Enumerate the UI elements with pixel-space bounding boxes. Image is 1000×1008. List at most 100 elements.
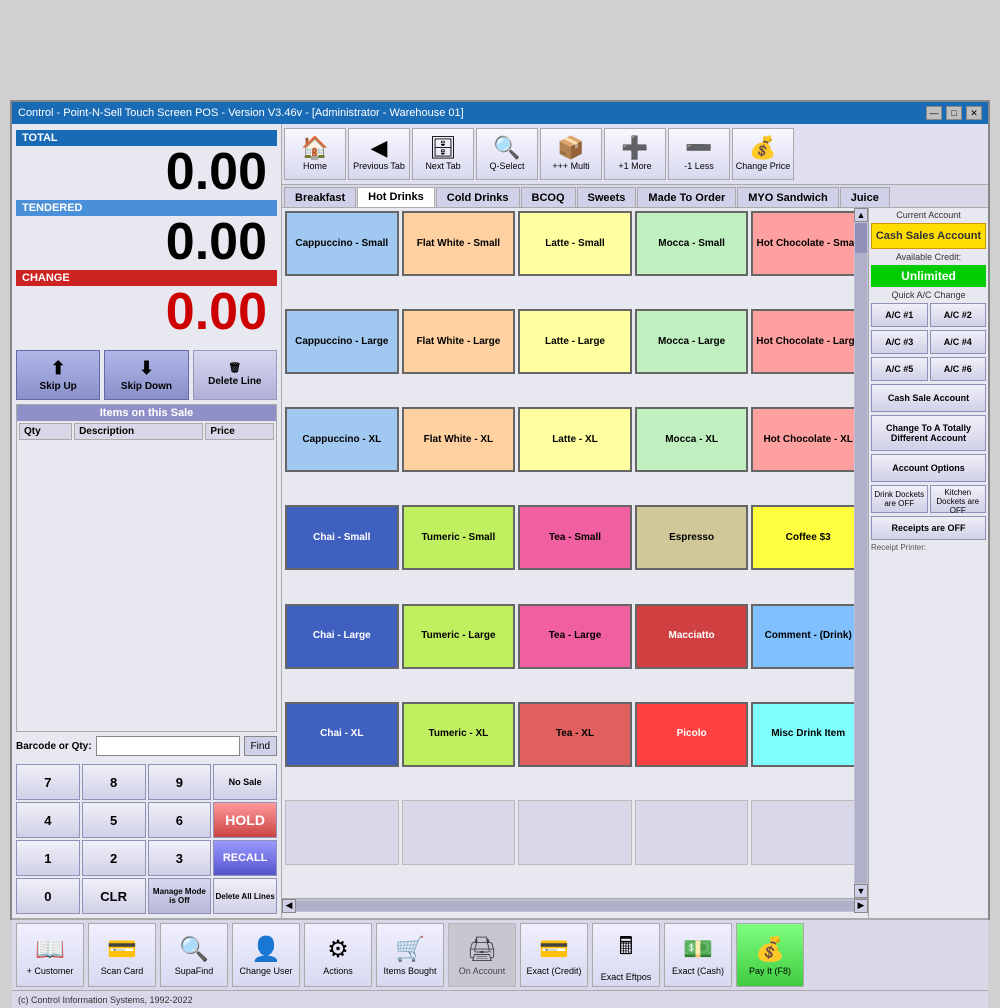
product-tumeric-large[interactable]: Tumeric - Large: [402, 604, 516, 669]
kitchen-dockets-button[interactable]: Kitchen Dockets are OFF: [930, 485, 987, 513]
product-chai-xl[interactable]: Chai - XL: [285, 702, 399, 767]
skip-up-button[interactable]: ⬆ Skip Up: [16, 350, 100, 400]
product-espresso[interactable]: Espresso: [635, 505, 749, 570]
ac4-button[interactable]: A/C #4: [930, 330, 987, 354]
product-hot-chocolate-small[interactable]: Hot Chocolate - Small: [751, 211, 865, 276]
num-0[interactable]: 0: [16, 878, 80, 914]
change-price-button[interactable]: 💰 Change Price: [732, 128, 794, 180]
num-9[interactable]: 9: [148, 764, 212, 800]
tab-made-to-order[interactable]: Made To Order: [637, 187, 736, 207]
hscroll-right-arrow[interactable]: ▶: [854, 899, 868, 913]
customer-button[interactable]: 📖 + Customer: [16, 923, 84, 987]
product-macciatto[interactable]: Macciatto: [635, 604, 749, 669]
hold-button[interactable]: HOLD: [213, 802, 277, 838]
product-cappuccino-large[interactable]: Cappuccino - Large: [285, 309, 399, 374]
items-bought-button[interactable]: 🛒 Items Bought: [376, 923, 444, 987]
product-tumeric-xl[interactable]: Tumeric - XL: [402, 702, 516, 767]
minimize-button[interactable]: —: [926, 106, 942, 120]
no-sale-button[interactable]: No Sale: [213, 764, 277, 800]
exact-cash-button[interactable]: 💵 Exact (Cash): [664, 923, 732, 987]
vertical-scrollbar[interactable]: ▲ ▼: [854, 208, 868, 898]
tab-hot-drinks[interactable]: Hot Drinks: [357, 187, 435, 207]
product-misc-drink[interactable]: Misc Drink Item: [751, 702, 865, 767]
find-button[interactable]: Find: [244, 736, 277, 756]
hscroll-left-arrow[interactable]: ◀: [282, 899, 296, 913]
product-picolo[interactable]: Picolo: [635, 702, 749, 767]
on-account-button[interactable]: 🖨 On Account: [448, 923, 516, 987]
scan-card-button[interactable]: 💳 Scan Card: [88, 923, 156, 987]
num-2[interactable]: 2: [82, 840, 146, 876]
less-button[interactable]: ➖ -1 Less: [668, 128, 730, 180]
num-6[interactable]: 6: [148, 802, 212, 838]
scroll-thumb[interactable]: [855, 223, 867, 253]
previous-tab-button[interactable]: ◀ Previous Tab: [348, 128, 410, 180]
product-hot-chocolate-large[interactable]: Hot Chocolate - Large: [751, 309, 865, 374]
close-button[interactable]: ✕: [966, 106, 982, 120]
product-chai-small[interactable]: Chai - Small: [285, 505, 399, 570]
product-tumeric-small[interactable]: Tumeric - Small: [402, 505, 516, 570]
product-latte-large[interactable]: Latte - Large: [518, 309, 632, 374]
num-5[interactable]: 5: [82, 802, 146, 838]
ac6-button[interactable]: A/C #6: [930, 357, 987, 381]
cash-sales-account-button[interactable]: Cash Sales Account: [871, 223, 986, 249]
product-tea-large[interactable]: Tea - Large: [518, 604, 632, 669]
receipts-button[interactable]: Receipts are OFF: [871, 516, 986, 540]
q-select-button[interactable]: 🔍 Q-Select: [476, 128, 538, 180]
num-1[interactable]: 1: [16, 840, 80, 876]
cash-sale-account-button[interactable]: Cash Sale Account: [871, 384, 986, 412]
num-4[interactable]: 4: [16, 802, 80, 838]
ac2-button[interactable]: A/C #2: [930, 303, 987, 327]
tab-myo-sandwich[interactable]: MYO Sandwich: [737, 187, 838, 207]
scroll-up-arrow[interactable]: ▲: [854, 208, 868, 222]
pay-it-button[interactable]: 💰 Pay It (F8): [736, 923, 804, 987]
tab-juice[interactable]: Juice: [840, 187, 890, 207]
ac3-button[interactable]: A/C #3: [871, 330, 928, 354]
delete-all-lines-button[interactable]: Delete All Lines: [213, 878, 277, 914]
skip-down-button[interactable]: ⬇ Skip Down: [104, 350, 188, 400]
num-7[interactable]: 7: [16, 764, 80, 800]
scroll-down-arrow[interactable]: ▼: [854, 884, 868, 898]
num-8[interactable]: 8: [82, 764, 146, 800]
multi-button[interactable]: 📦 +++ Multi: [540, 128, 602, 180]
horizontal-scrollbar[interactable]: ◀ ▶: [282, 898, 868, 912]
ac5-button[interactable]: A/C #5: [871, 357, 928, 381]
exact-credit-button[interactable]: 💳 Exact (Credit): [520, 923, 588, 987]
ac1-button[interactable]: A/C #1: [871, 303, 928, 327]
product-mocca-small[interactable]: Mocca - Small: [635, 211, 749, 276]
product-tea-xl[interactable]: Tea - XL: [518, 702, 632, 767]
product-flat-white-small[interactable]: Flat White - Small: [402, 211, 516, 276]
tab-bcoq[interactable]: BCOQ: [521, 187, 576, 207]
barcode-input[interactable]: [96, 736, 240, 756]
product-chai-large[interactable]: Chai - Large: [285, 604, 399, 669]
clr-button[interactable]: CLR: [82, 878, 146, 914]
product-tea-small[interactable]: Tea - Small: [518, 505, 632, 570]
tab-breakfast[interactable]: Breakfast: [284, 187, 356, 207]
account-options-button[interactable]: Account Options: [871, 454, 986, 482]
delete-line-button[interactable]: 🗑 Delete Line: [193, 350, 277, 400]
actions-button[interactable]: ⚙ Actions: [304, 923, 372, 987]
product-comment-drink[interactable]: Comment - (Drink): [751, 604, 865, 669]
product-flat-white-xl[interactable]: Flat White - XL: [402, 407, 516, 472]
product-latte-xl[interactable]: Latte - XL: [518, 407, 632, 472]
product-hot-chocolate-xl[interactable]: Hot Chocolate - XL: [751, 407, 865, 472]
next-tab-button[interactable]: 🗄 Next Tab: [412, 128, 474, 180]
manage-mode-button[interactable]: Manage Mode is Off: [148, 878, 212, 914]
num-3[interactable]: 3: [148, 840, 212, 876]
product-coffee3[interactable]: Coffee $3: [751, 505, 865, 570]
supa-find-button[interactable]: 🔍 SupaFind: [160, 923, 228, 987]
product-flat-white-large[interactable]: Flat White - Large: [402, 309, 516, 374]
exact-eftpos-button[interactable]: 🖩 Exact Eftpos: [592, 923, 660, 987]
product-mocca-xl[interactable]: Mocca - XL: [635, 407, 749, 472]
change-user-button[interactable]: 👤 Change User: [232, 923, 300, 987]
change-account-button[interactable]: Change To A Totally Different Account: [871, 415, 986, 451]
more-button[interactable]: ➕ +1 More: [604, 128, 666, 180]
home-button[interactable]: 🏠 Home: [284, 128, 346, 180]
product-cappuccino-small[interactable]: Cappuccino - Small: [285, 211, 399, 276]
tab-sweets[interactable]: Sweets: [577, 187, 637, 207]
product-latte-small[interactable]: Latte - Small: [518, 211, 632, 276]
drink-dockets-button[interactable]: Drink Dockets are OFF: [871, 485, 928, 513]
product-cappuccino-xl[interactable]: Cappuccino - XL: [285, 407, 399, 472]
maximize-button[interactable]: □: [946, 106, 962, 120]
recall-button[interactable]: RECALL: [213, 840, 277, 876]
product-mocca-large[interactable]: Mocca - Large: [635, 309, 749, 374]
